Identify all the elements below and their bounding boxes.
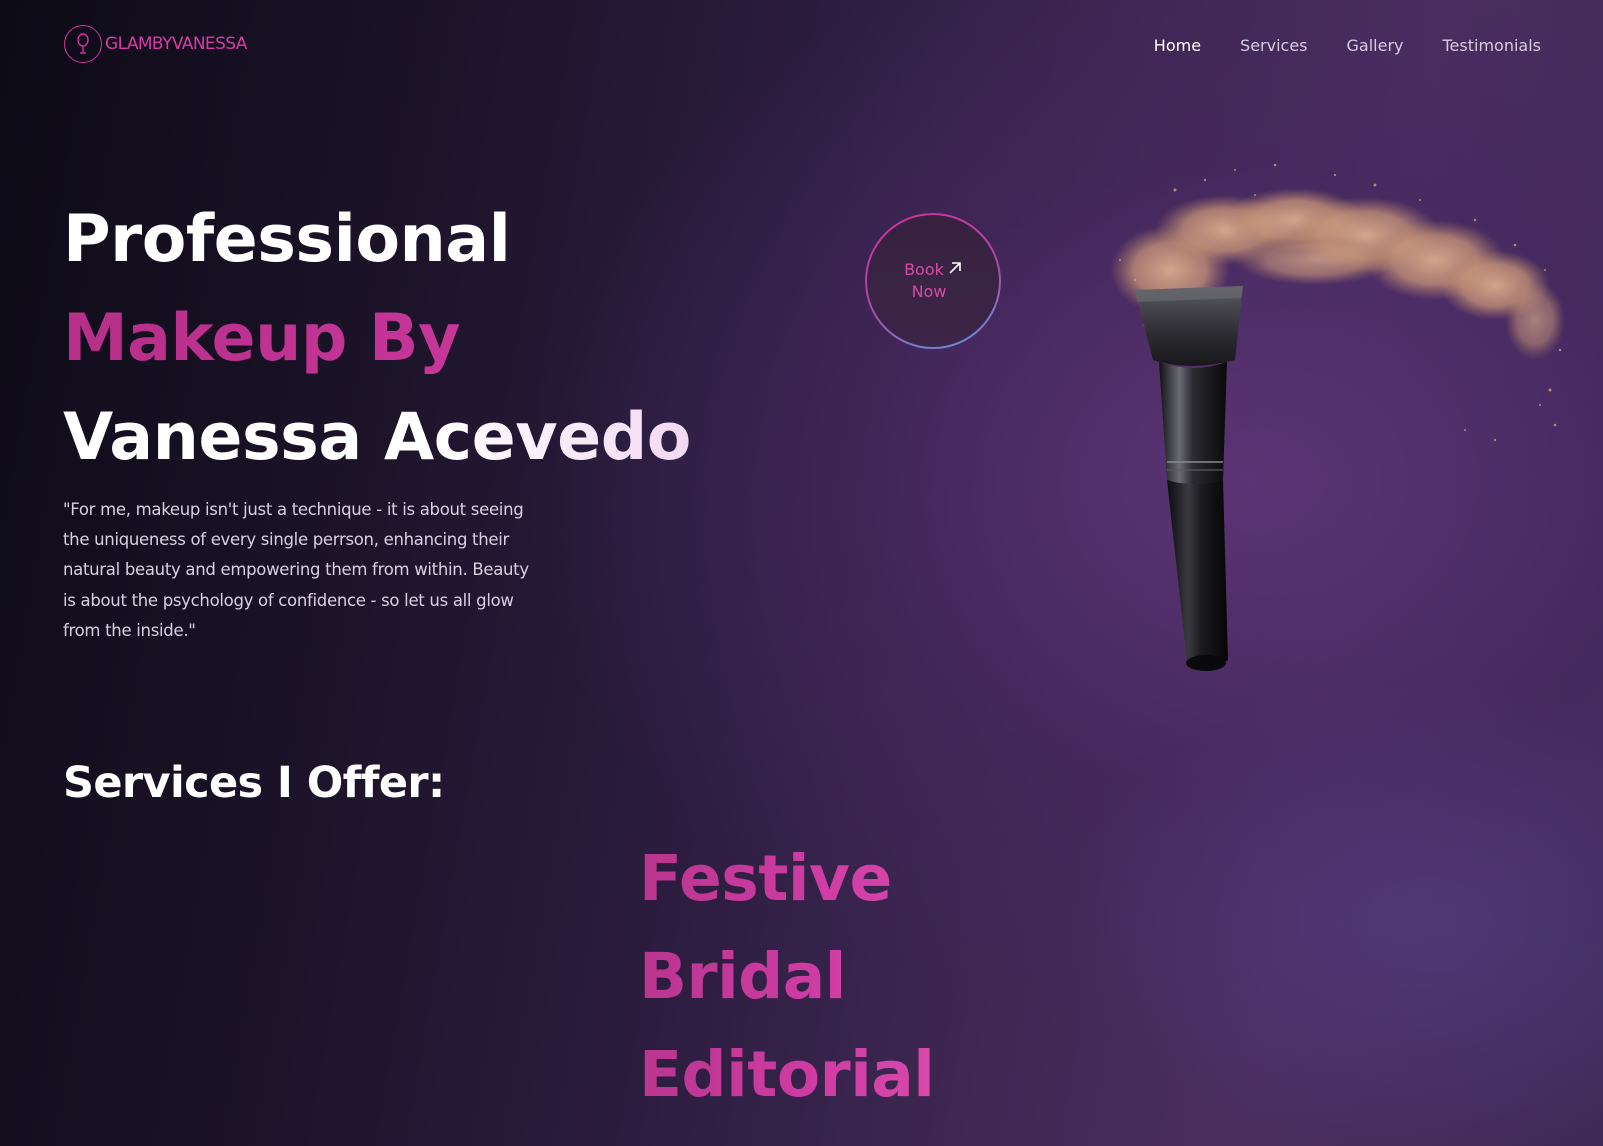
hero-title: Professional Makeup By Vanessa Acevedo: [63, 190, 691, 487]
nav-services[interactable]: Services: [1240, 36, 1307, 55]
hero-title-line-2: Makeup By: [63, 289, 691, 388]
mirror-icon: [64, 25, 102, 63]
nav-home[interactable]: Home: [1154, 36, 1201, 55]
book-now-label-2: Now: [911, 282, 947, 301]
services-heading: Services I Offer:: [63, 758, 445, 808]
makeup-brush-illustration: [1075, 150, 1570, 690]
service-bridal[interactable]: Bridal: [639, 928, 934, 1026]
logo[interactable]: GLAMBYVANESSA: [64, 25, 247, 63]
services-list: Festive Bridal Editorial: [639, 830, 935, 1124]
logo-text: GLAMBYVANESSA: [105, 34, 247, 54]
main-nav: Home Services Gallery Testimonials: [1115, 36, 1541, 55]
service-editorial[interactable]: Editorial: [639, 1026, 935, 1124]
nav-gallery[interactable]: Gallery: [1347, 36, 1404, 55]
book-now-button[interactable]: Book Now: [865, 213, 1001, 349]
hero-title-line-1: Professional: [63, 202, 511, 277]
hero-title-line-3: Vanessa Acevedo: [63, 388, 691, 487]
service-festive[interactable]: Festive: [639, 830, 934, 928]
arrow-up-right-icon: [948, 259, 962, 281]
page: GLAMBYVANESSA Home Services Gallery Test…: [0, 0, 1603, 1146]
book-now-label-1: Book: [904, 260, 944, 279]
hero-quote: "For me, makeup isn't just a technique -…: [63, 500, 529, 640]
book-now-label-row: Book: [904, 259, 962, 281]
nav-testimonials[interactable]: Testimonials: [1443, 36, 1542, 55]
